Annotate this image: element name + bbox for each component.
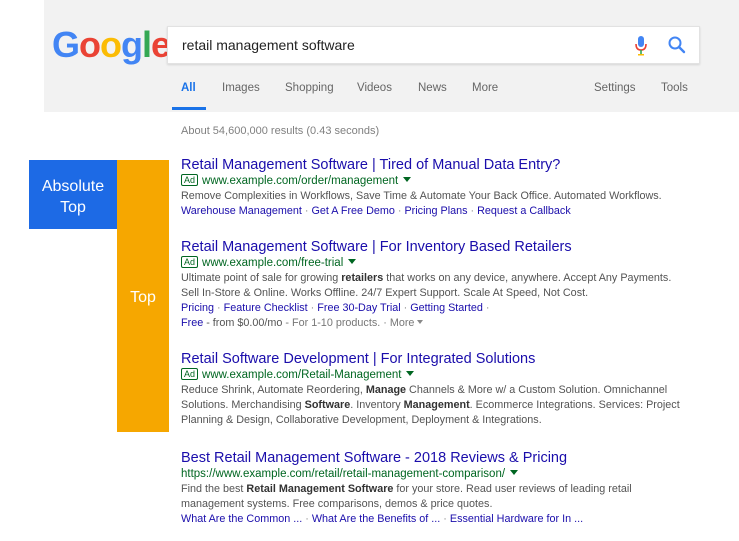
result-url-text[interactable]: www.example.com/Retail-Management bbox=[202, 369, 401, 381]
result-title[interactable]: Best Retail Management Software - 2018 R… bbox=[181, 449, 711, 467]
search-input[interactable]: retail management software bbox=[167, 26, 700, 64]
sitelink[interactable]: Essential Hardware for In ... bbox=[450, 513, 583, 525]
sitelink[interactable]: Get A Free Demo bbox=[311, 205, 394, 217]
ad-result-2: Retail Management Software | For Invento… bbox=[181, 238, 711, 331]
chevron-down-icon[interactable] bbox=[510, 470, 519, 475]
result-description: Solutions. Merchandising Software. Inven… bbox=[181, 399, 680, 411]
google-logo[interactable]: Google bbox=[52, 24, 171, 66]
tab-all[interactable]: All bbox=[181, 82, 196, 94]
sitelink[interactable]: Getting Started bbox=[410, 302, 483, 314]
sitelink[interactable]: Request a Callback bbox=[477, 205, 571, 217]
sitelink[interactable]: What Are the Common ... bbox=[181, 513, 302, 525]
result-url-text[interactable]: www.example.com/order/management bbox=[202, 175, 398, 187]
active-tab-indicator bbox=[172, 107, 206, 110]
tab-images[interactable]: Images bbox=[222, 82, 260, 94]
sitelink[interactable]: Feature Checklist bbox=[224, 302, 308, 314]
sitelinks: Warehouse Management · Get A Free Demo ·… bbox=[181, 205, 571, 217]
chevron-down-icon[interactable] bbox=[403, 177, 412, 182]
ad-result-1: Retail Management Software | Tired of Ma… bbox=[181, 156, 711, 219]
tab-more[interactable]: More bbox=[472, 82, 498, 94]
chevron-down-icon[interactable] bbox=[348, 259, 357, 264]
result-url[interactable]: Ad www.example.com/order/management bbox=[181, 174, 711, 189]
result-title[interactable]: Retail Software Development | For Integr… bbox=[181, 350, 711, 368]
sitelinks: Pricing · Feature Checklist · Free 30-Da… bbox=[181, 302, 490, 314]
search-icon[interactable] bbox=[667, 35, 687, 55]
sitelinks: What Are the Common ... · What Are the B… bbox=[181, 513, 584, 525]
search-query[interactable]: retail management software bbox=[182, 37, 355, 53]
sitelink[interactable]: What Are the Benefits of ... bbox=[312, 513, 440, 525]
result-description: Reduce Shrink, Automate Reordering, Mana… bbox=[181, 384, 668, 396]
tab-videos[interactable]: Videos bbox=[357, 82, 392, 94]
absolute-top-label: Absolute Top bbox=[29, 160, 117, 229]
ad-badge: Ad bbox=[181, 174, 199, 186]
chevron-down-icon[interactable] bbox=[406, 371, 415, 376]
sitelink[interactable]: Pricing Plans bbox=[404, 205, 467, 217]
result-url-text[interactable]: https://www.example.com/retail/retail-ma… bbox=[181, 468, 505, 480]
organic-result-1: Best Retail Management Software - 2018 R… bbox=[181, 449, 711, 527]
sitelink[interactable]: Pricing bbox=[181, 302, 214, 314]
result-title[interactable]: Retail Management Software | For Invento… bbox=[181, 238, 711, 256]
chevron-down-icon[interactable] bbox=[417, 320, 424, 324]
result-description: Sell In-Store & Online. Works Offline. 2… bbox=[181, 287, 589, 299]
result-stats: About 54,600,000 results (0.43 seconds) bbox=[181, 125, 380, 137]
top-label: Top bbox=[117, 160, 169, 432]
tab-news[interactable]: News bbox=[418, 82, 447, 94]
sitelink[interactable]: Free 30-Day Trial bbox=[317, 302, 400, 314]
absolute-top-label-line1: Absolute bbox=[41, 178, 105, 195]
search-tabs: All Images Shopping Videos News More Set… bbox=[0, 82, 739, 112]
tab-shopping[interactable]: Shopping bbox=[285, 82, 334, 94]
ad-result-3: Retail Software Development | For Integr… bbox=[181, 350, 711, 428]
sitelink[interactable]: Warehouse Management bbox=[181, 205, 302, 217]
more-link[interactable]: More bbox=[390, 317, 415, 329]
top-label-text: Top bbox=[130, 289, 156, 306]
result-description: Find the best Retail Management Software… bbox=[181, 483, 632, 495]
result-description: Remove Complexities in Workflows, Save T… bbox=[181, 190, 662, 202]
microphone-icon[interactable] bbox=[634, 35, 648, 57]
result-url[interactable]: https://www.example.com/retail/retail-ma… bbox=[181, 467, 711, 482]
result-url[interactable]: Ad www.example.com/Retail-Management bbox=[181, 368, 711, 383]
ad-badge: Ad bbox=[181, 256, 199, 268]
result-description: Planning & Design, Collaborative Develop… bbox=[181, 414, 542, 426]
price-link[interactable]: Free bbox=[181, 317, 203, 329]
result-description: management systems. Free comparisons, de… bbox=[181, 498, 493, 510]
tab-tools[interactable]: Tools bbox=[661, 82, 688, 94]
result-description: Ultimate point of sale for growing retai… bbox=[181, 272, 672, 284]
result-url[interactable]: Ad www.example.com/free-trial bbox=[181, 256, 711, 271]
result-title[interactable]: Retail Management Software | Tired of Ma… bbox=[181, 156, 711, 174]
ad-badge: Ad bbox=[181, 368, 199, 380]
result-url-text[interactable]: www.example.com/free-trial bbox=[202, 257, 343, 269]
absolute-top-label-line2: Top bbox=[60, 199, 86, 216]
price-extension: Free - from $0.00/mo - For 1-10 products… bbox=[181, 316, 711, 331]
tab-settings[interactable]: Settings bbox=[594, 82, 636, 94]
